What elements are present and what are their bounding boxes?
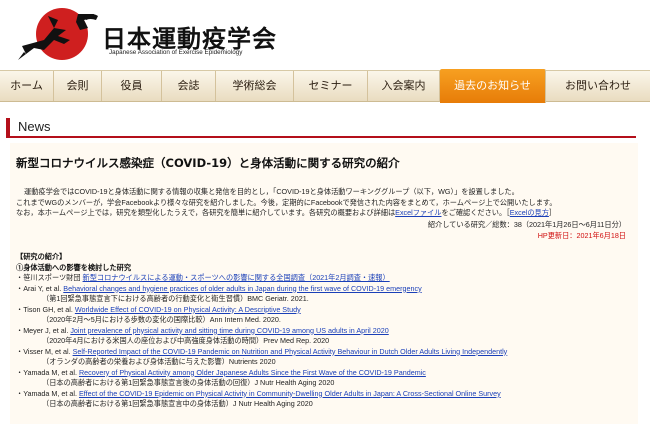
nav-item-1[interactable]: 会則 — [54, 71, 102, 101]
study-entry-line: ・Yamada M, et al. Effect of the COVID-19… — [16, 389, 507, 400]
study-note: （2020年4月における米国人の座位および中高強度身体活動の時間）Prev Me… — [42, 336, 330, 345]
article-panel: 新型コロナウイルス感染症（COVID-19）と身体活動に関する研究の紹介 運動疫… — [10, 143, 638, 424]
study-note: （オランダの高齢者の栄養および身体活動に与えた影響）Nutrients 2020 — [42, 357, 276, 366]
study-author: ・笹川スポーツ財団 — [16, 273, 83, 282]
study-note: （2020年2月〜5月における歩数の変化の国際比較）Ann Intern Med… — [42, 315, 281, 324]
excel-guide-link[interactable]: Excelの見方 — [510, 208, 549, 217]
study-entry: ・Visser M, et al. Self-Reported Impact o… — [16, 347, 507, 368]
logo-runner-icon — [18, 8, 98, 60]
study-entry: ・Yamada M, et al. Recovery of Physical A… — [16, 368, 507, 389]
study-entry-line: ・笹川スポーツ財団 新型コロナウイルスによる運動・スポーツへの影響に関する全国調… — [16, 273, 507, 284]
study-link[interactable]: Recovery of Physical Activity among Olde… — [79, 368, 426, 377]
nav-item-5[interactable]: セミナー — [294, 71, 368, 101]
study-count: 紹介している研究／総数：38（2021年1月26日〜6月11日分） — [427, 220, 626, 229]
study-entry: ・Tison GH, et al. Worldwide Effect of CO… — [16, 305, 507, 326]
intro-line-3: なお，本ホームページ上では，研究を類型化したうえで，各研究を簡単に紹介しています… — [16, 208, 557, 219]
study-entry-line: ・Meyer J, et al. Joint prevalence of phy… — [16, 326, 507, 337]
study-link[interactable]: 新型コロナウイルスによる運動・スポーツへの影響に関する全国調査（2021年2月調… — [83, 273, 390, 282]
news-title: News — [18, 119, 51, 134]
study-link[interactable]: Joint prevalence of physical activity an… — [70, 326, 388, 335]
news-section-header: News — [6, 118, 636, 138]
study-author: ・Visser M, et al. — [16, 346, 73, 356]
nav-item-4[interactable]: 学術総会 — [216, 71, 294, 101]
study-link[interactable]: Self-Reported Impact of the COVID-19 Pan… — [73, 347, 508, 356]
excel-file-link[interactable]: Excelファイル — [395, 208, 441, 217]
intro-line-3-mid: をご確認ください。［ — [441, 208, 510, 218]
nav-item-7[interactable]: 過去のお知らせ — [440, 69, 546, 103]
study-entry-line: ・Arai Y, et al. Behavioral changes and h… — [16, 284, 507, 295]
study-note: （日本の高齢者における第1回緊急事態宣言後の身体活動の回復）J Nutr Hea… — [42, 378, 335, 387]
article-title: 新型コロナウイルス感染症（COVID-19）と身体活動に関する研究の紹介 — [16, 156, 400, 170]
site-header: 日本運動疫学会 Japanese Association of Exercise… — [0, 0, 650, 68]
nav-item-6[interactable]: 入会案内 — [368, 71, 440, 101]
intro-line-3-text: なお，本ホームページ上では，研究を類型化したうえで，各研究を簡単に紹介しています… — [16, 208, 396, 218]
nav-item-8[interactable]: お問い合わせ — [546, 71, 650, 101]
study-note: （日本の高齢者における第1回緊急事態宣言中の身体活動）J Nutr Health… — [42, 399, 313, 408]
study-author: ・Arai Y, et al. — [16, 283, 64, 293]
study-link[interactable]: Worldwide Effect of COVID-19 on Physical… — [75, 305, 301, 314]
site-logo[interactable]: 日本運動疫学会 Japanese Association of Exercise… — [14, 6, 276, 64]
study-entry-line: ・Tison GH, et al. Worldwide Effect of CO… — [16, 305, 507, 316]
studies-section: 【研究の紹介】 ①身体活動への影響を検討した研究 ・笹川スポーツ財団 新型コロナ… — [16, 252, 507, 410]
study-author: ・Yamada M, et al. — [16, 388, 79, 398]
study-entry-line: ・Visser M, et al. Self-Reported Impact o… — [16, 347, 507, 358]
nav-item-0[interactable]: ホーム — [0, 71, 54, 101]
update-date: HP更新日：2021年6月18日 — [537, 231, 626, 240]
brand-subtitle: Japanese Association of Exercise Epidemi… — [109, 49, 243, 56]
subsection-label: ①身体活動への影響を検討した研究 — [16, 262, 132, 272]
article-meta: 紹介している研究／総数：38（2021年1月26日〜6月11日分） HP更新日：… — [428, 219, 626, 241]
nav-item-2[interactable]: 役員 — [102, 71, 162, 101]
study-entry: ・Meyer J, et al. Joint prevalence of phy… — [16, 326, 507, 347]
nav-item-3[interactable]: 会誌 — [162, 71, 216, 101]
intro-line-1: 運動疫学会ではCOVID-19と身体活動に関する情報の収集と発信を目的とし，「C… — [24, 187, 519, 196]
study-author: ・Meyer J, et al. — [16, 325, 71, 335]
study-link[interactable]: Effect of the COVID-19 Epidemic on Physi… — [79, 389, 501, 398]
study-entry: ・笹川スポーツ財団 新型コロナウイルスによる運動・スポーツへの影響に関する全国調… — [16, 273, 507, 284]
study-entry: ・Yamada M, et al. Effect of the COVID-19… — [16, 389, 507, 410]
study-author: ・Yamada M, et al. — [16, 367, 79, 377]
article-intro: 運動疫学会ではCOVID-19と身体活動に関する情報の収集と発信を目的とし，「C… — [16, 187, 557, 219]
study-entry: ・Arai Y, et al. Behavioral changes and h… — [16, 284, 507, 305]
study-link[interactable]: Behavioral changes and hygiene practices… — [63, 284, 421, 293]
study-entry-line: ・Yamada M, et al. Recovery of Physical A… — [16, 368, 507, 379]
section-label: 【研究の紹介】 — [16, 252, 67, 261]
study-note: （第1回緊急事態宣言下における高齢者の行動変化と衛生習慣）BMC Geriatr… — [42, 294, 309, 303]
intro-line-2: これまでWGのメンバーが，学会Facebookより様々な研究を紹介しました。今後… — [16, 197, 557, 207]
main-nav: ホーム 会則 役員 会誌 学術総会 セミナー 入会案内 過去のお知らせ お問い合わせ — [0, 69, 650, 103]
study-author: ・Tison GH, et al. — [16, 304, 75, 314]
intro-line-3-end: ］ — [548, 208, 557, 218]
